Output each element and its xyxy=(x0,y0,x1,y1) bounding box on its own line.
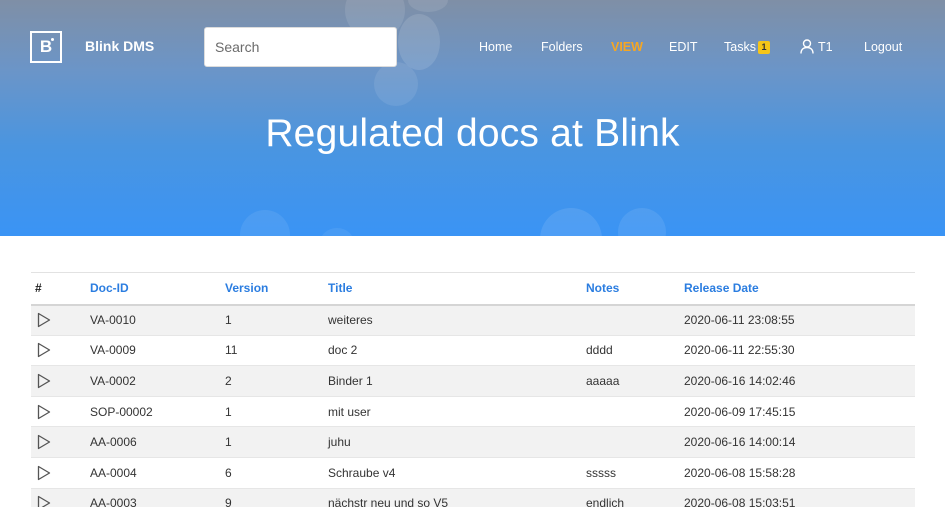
cell-doc-id: AA-0004 xyxy=(90,457,225,489)
column-header-doc-id[interactable]: Doc-ID xyxy=(90,273,225,305)
table-row[interactable]: SOP-00002 1 mit user 2020-06-09 17:45:15 xyxy=(31,396,915,428)
play-icon[interactable] xyxy=(37,373,51,389)
documents-table-container: # Doc-ID Version Title Notes Release Dat… xyxy=(31,272,915,507)
cell-doc-id: VA-0009 xyxy=(90,335,225,367)
page-title: Regulated docs at Blink xyxy=(265,112,680,155)
cell-notes: sssss xyxy=(586,457,684,489)
nav-view[interactable]: VIEW xyxy=(611,38,643,56)
play-icon[interactable] xyxy=(37,404,51,420)
table-row[interactable]: VA-0010 1 weiteres 2020-06-11 23:08:55 xyxy=(31,304,915,336)
cell-title: juhu xyxy=(328,426,586,458)
row-action-cell[interactable] xyxy=(31,396,90,428)
brand-name[interactable]: Blink DMS xyxy=(85,38,154,54)
cell-release-date: 2020-06-11 22:55:30 xyxy=(684,335,915,367)
decorative-bubble xyxy=(398,14,440,70)
row-action-cell[interactable] xyxy=(31,335,90,367)
row-action-cell[interactable] xyxy=(31,365,90,397)
cell-title: Schraube v4 xyxy=(328,457,586,489)
cell-version: 6 xyxy=(225,457,328,489)
cell-title: Binder 1 xyxy=(328,365,586,397)
search-input[interactable] xyxy=(204,27,397,67)
cell-title: weiteres xyxy=(328,304,586,336)
cell-doc-id: VA-0010 xyxy=(90,304,225,336)
tasks-count-badge: 1 xyxy=(757,41,770,54)
nav-home[interactable]: Home xyxy=(479,38,512,56)
cell-version: 2 xyxy=(225,365,328,397)
cell-release-date: 2020-06-09 17:45:15 xyxy=(684,396,915,428)
decorative-bubble xyxy=(320,228,354,236)
nav-tasks-label: Tasks xyxy=(724,40,756,54)
cell-version: 9 xyxy=(225,488,328,507)
play-icon[interactable] xyxy=(37,495,51,507)
row-action-cell[interactable] xyxy=(31,426,90,458)
nav-logout[interactable]: Logout xyxy=(864,38,902,56)
cell-notes xyxy=(586,396,684,428)
table-row[interactable]: VA-0002 2 Binder 1 aaaaa 2020-06-16 14:0… xyxy=(31,365,915,397)
table-row[interactable]: AA-0003 9 nächstr neu und so V5 endlich … xyxy=(31,488,915,507)
column-header-release-date[interactable]: Release Date xyxy=(684,273,915,305)
cell-title: doc 2 xyxy=(328,335,586,367)
column-header-version[interactable]: Version xyxy=(225,273,328,305)
decorative-bubble xyxy=(408,0,448,12)
column-header-index: # xyxy=(35,281,42,296)
column-header-title[interactable]: Title xyxy=(328,273,586,305)
header-banner: B Blink DMS Home Folders VIEW EDIT Tasks… xyxy=(0,0,945,236)
cell-version: 1 xyxy=(225,426,328,458)
cell-release-date: 2020-06-16 14:02:46 xyxy=(684,365,915,397)
row-action-cell[interactable] xyxy=(31,488,90,507)
user-icon xyxy=(800,39,814,54)
decorative-bubble xyxy=(240,210,290,236)
cell-title: nächstr neu und so V5 xyxy=(328,488,586,507)
nav-edit[interactable]: EDIT xyxy=(669,38,697,56)
cell-version: 1 xyxy=(225,304,328,336)
cell-notes: dddd xyxy=(586,335,684,367)
table-header-row: # Doc-ID Version Title Notes Release Dat… xyxy=(31,272,915,305)
cell-doc-id: AA-0003 xyxy=(90,488,225,507)
column-header-notes[interactable]: Notes xyxy=(586,273,684,305)
cell-title: mit user xyxy=(328,396,586,428)
cell-notes xyxy=(586,426,684,458)
decorative-bubble xyxy=(374,62,418,106)
nav-folders[interactable]: Folders xyxy=(541,38,583,56)
documents-table: # Doc-ID Version Title Notes Release Dat… xyxy=(31,272,915,507)
cell-version: 11 xyxy=(225,335,328,367)
play-icon[interactable] xyxy=(37,434,51,450)
table-row[interactable]: AA-0006 1 juhu 2020-06-16 14:00:14 xyxy=(31,426,915,458)
nav-user-label: T1 xyxy=(818,40,833,54)
cell-release-date: 2020-06-08 15:58:28 xyxy=(684,457,915,489)
cell-version: 1 xyxy=(225,396,328,428)
decorative-bubble xyxy=(618,208,666,236)
decorative-bubble xyxy=(540,208,602,236)
cell-doc-id: SOP-00002 xyxy=(90,396,225,428)
play-icon[interactable] xyxy=(37,465,51,481)
table-row[interactable]: AA-0004 6 Schraube v4 sssss 2020-06-08 1… xyxy=(31,457,915,489)
nav-user[interactable]: T1 xyxy=(800,38,833,56)
play-icon[interactable] xyxy=(37,312,51,328)
cell-notes xyxy=(586,304,684,336)
cell-doc-id: AA-0006 xyxy=(90,426,225,458)
play-icon[interactable] xyxy=(37,342,51,358)
cell-release-date: 2020-06-11 23:08:55 xyxy=(684,304,915,336)
cell-doc-id: VA-0002 xyxy=(90,365,225,397)
cell-release-date: 2020-06-16 14:00:14 xyxy=(684,426,915,458)
cell-notes: aaaaa xyxy=(586,365,684,397)
logo-icon[interactable]: B xyxy=(30,31,62,63)
cell-notes: endlich xyxy=(586,488,684,507)
row-action-cell[interactable] xyxy=(31,457,90,489)
row-action-cell[interactable] xyxy=(31,304,90,336)
cell-release-date: 2020-06-08 15:03:51 xyxy=(684,488,915,507)
nav-tasks[interactable]: Tasks 1 xyxy=(724,38,770,56)
table-row[interactable]: VA-0009 11 doc 2 dddd 2020-06-11 22:55:3… xyxy=(31,335,915,367)
